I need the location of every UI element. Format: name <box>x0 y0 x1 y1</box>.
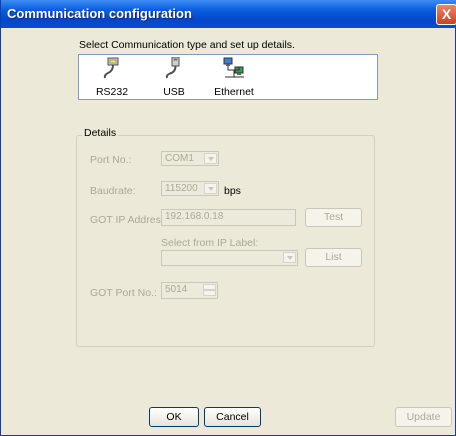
usb-cable-icon <box>165 57 180 79</box>
spin-down-icon[interactable] <box>203 290 216 296</box>
ok-button[interactable]: OK <box>149 407 199 427</box>
got-ip-address-value: 192.168.0.18 <box>165 211 224 222</box>
port-no-dropdown[interactable]: COM1 <box>161 151 219 166</box>
title-bar[interactable]: Communication configuration X <box>1 0 456 28</box>
comm-type-label: USB <box>163 86 185 98</box>
cancel-button[interactable]: Cancel <box>204 407 261 427</box>
details-group-title: Details <box>82 127 119 139</box>
got-port-no-label: GOT Port No.: <box>90 287 157 299</box>
network-computers-icon <box>223 57 244 78</box>
list-button[interactable]: List <box>305 248 362 267</box>
baudrate-value: 115200 <box>165 183 198 194</box>
port-no-label: Port No.: <box>90 154 132 166</box>
communication-configuration-dialog: Communication configuration X Select Com… <box>0 0 456 436</box>
dialog-body: Select Communication type and set up det… <box>4 28 453 433</box>
comm-type-ethernet[interactable]: Ethernet <box>209 57 259 98</box>
got-port-no-value: 5014 <box>165 284 188 295</box>
baudrate-label: Baudrate: <box>90 185 136 197</box>
update-button[interactable]: Update <box>395 407 452 427</box>
chevron-down-icon[interactable] <box>204 153 217 164</box>
chevron-down-icon[interactable] <box>283 252 296 263</box>
instruction-text: Select Communication type and set up det… <box>79 39 295 51</box>
got-port-no-spinner[interactable]: 5014 <box>161 282 218 299</box>
comm-type-rs232[interactable]: RS232 <box>87 57 137 98</box>
comm-type-label: RS232 <box>95 86 129 98</box>
comm-type-label: Ethernet <box>214 86 254 98</box>
window-title: Communication configuration <box>7 6 192 21</box>
got-ip-address-label: GOT IP Address: <box>90 214 169 226</box>
chevron-down-icon[interactable] <box>204 183 217 194</box>
comm-type-usb[interactable]: USB <box>149 57 199 98</box>
baudrate-dropdown[interactable]: 115200 <box>161 181 219 196</box>
spinner-arrows-icon[interactable] <box>203 284 216 297</box>
baudrate-unit: bps <box>224 185 241 197</box>
ip-label-dropdown[interactable] <box>161 250 298 266</box>
communication-type-list: RS232 USB Ethernet <box>78 54 378 100</box>
close-button[interactable]: X <box>436 4 456 25</box>
serial-cable-icon <box>103 57 119 79</box>
port-no-value: COM1 <box>165 153 194 164</box>
test-button[interactable]: Test <box>305 208 362 227</box>
got-ip-address-input[interactable]: 192.168.0.18 <box>161 209 296 226</box>
ip-label-select-label: Select from IP Label: <box>161 237 259 249</box>
